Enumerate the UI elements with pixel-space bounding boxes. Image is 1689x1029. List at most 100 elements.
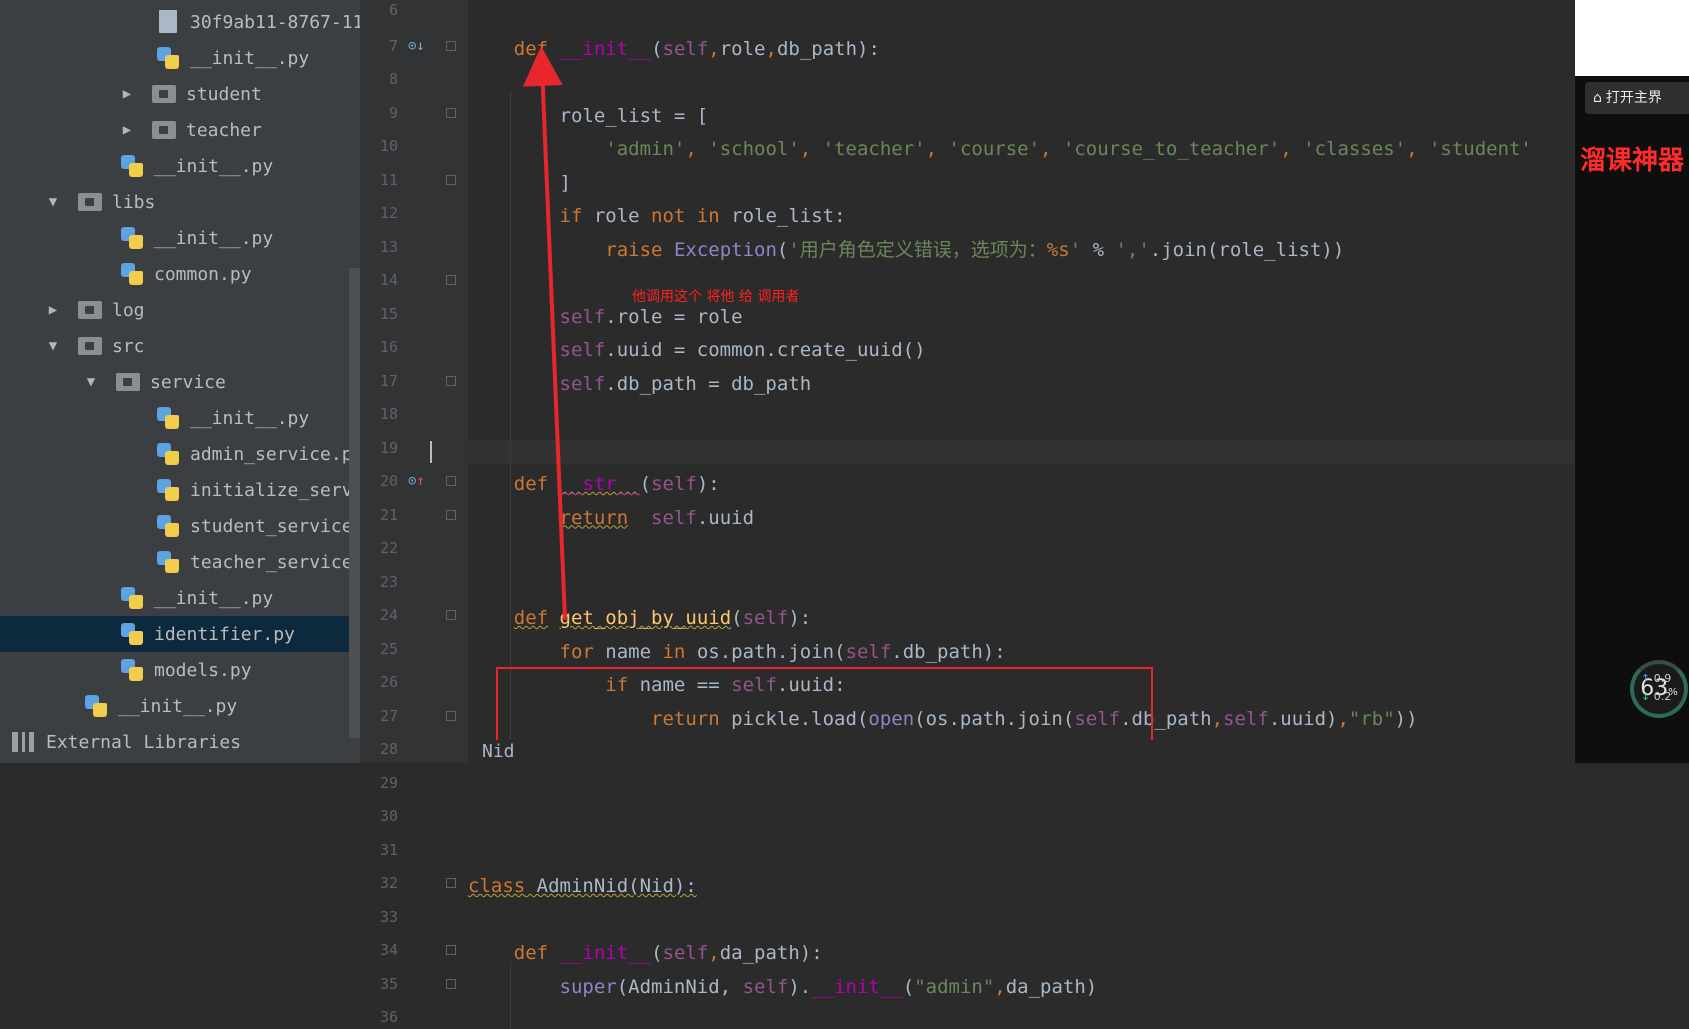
fold-marker-icon[interactable] xyxy=(446,978,456,989)
tree-item[interactable]: __init__.py xyxy=(0,688,360,724)
line-number: 36 xyxy=(379,1008,398,1026)
tree-item[interactable]: __init__.py xyxy=(0,40,360,76)
tree-item-label: src xyxy=(112,335,145,357)
line-number: 16 xyxy=(379,338,398,356)
python-file-icon xyxy=(120,622,144,646)
line-number: 23 xyxy=(379,572,398,591)
code-token: , xyxy=(1280,138,1304,160)
fold-marker-icon[interactable] xyxy=(446,40,456,51)
code-token: self xyxy=(559,339,606,361)
python-file-icon xyxy=(156,442,180,466)
net-download-readout: ↓ 0.2 xyxy=(1641,690,1681,703)
code-line[interactable]: self.uuid = common.create_uuid() xyxy=(468,338,926,362)
tree-item[interactable]: __init__.py xyxy=(0,148,360,184)
fold-marker-icon[interactable] xyxy=(446,610,456,620)
override-up-icon[interactable]: ⊙↑ xyxy=(408,471,432,491)
code-line[interactable]: super(AdminNid, self).__init__("admin",d… xyxy=(468,975,1098,999)
tree-item-label: models.py xyxy=(154,659,252,681)
tree-item[interactable]: ▶ student xyxy=(0,76,360,112)
tree-item[interactable]: __init__.py xyxy=(0,400,360,436)
code-token: ): xyxy=(696,473,720,495)
tree-item[interactable]: teacher_service. xyxy=(0,544,360,580)
folder-icon xyxy=(78,190,102,214)
code-token: AdminNid(Nid): xyxy=(525,875,697,897)
fold-marker-icon[interactable] xyxy=(446,107,456,118)
collapse-arrow-icon[interactable]: ▼ xyxy=(46,338,60,354)
code-line[interactable]: for name in os.path.join(self.db_path): xyxy=(468,640,1006,664)
tree-item[interactable]: initialize_servi xyxy=(0,472,360,508)
project-tree-scrollbar[interactable] xyxy=(349,268,360,738)
code-token: ( xyxy=(651,37,663,60)
fold-marker-icon[interactable] xyxy=(446,476,456,486)
code-token: super xyxy=(559,975,617,998)
tree-item[interactable]: admin_service.py xyxy=(0,436,360,472)
fold-marker-icon[interactable] xyxy=(446,878,456,888)
tree-item[interactable]: common.py xyxy=(0,256,360,292)
code-line[interactable]: def __str__(self): xyxy=(468,472,720,496)
panel-header-blank xyxy=(1575,0,1689,76)
fold-marker-icon[interactable] xyxy=(446,509,456,520)
folder-icon xyxy=(116,370,140,394)
tree-item[interactable]: ▶ teacher xyxy=(0,112,360,148)
code-token: Exception xyxy=(673,238,777,261)
collapse-arrow-icon[interactable]: ▼ xyxy=(46,194,60,210)
override-down-icon[interactable]: ⊙↓ xyxy=(408,36,432,56)
code-line[interactable]: def __init__(self,da_path): xyxy=(468,941,823,965)
tree-item-label: libs xyxy=(112,191,156,213)
tree-item[interactable]: ▼ service xyxy=(0,364,360,400)
code-token: .role = role xyxy=(605,305,743,328)
project-tree[interactable]: 30f9ab11-8767-11 __init__.py ▶ student ▶ teac… xyxy=(0,0,360,763)
line-number: 30 xyxy=(379,807,398,825)
code-line[interactable]: class AdminNid(Nid): xyxy=(468,874,697,898)
fold-marker-icon[interactable] xyxy=(446,710,456,721)
code-line[interactable]: if role not in role_list: xyxy=(468,204,846,228)
code-line[interactable]: self.role = role xyxy=(468,305,743,329)
code-token: 'student' xyxy=(1428,138,1532,160)
collapse-arrow-icon[interactable]: ▼ xyxy=(84,374,98,390)
line-number: 9 xyxy=(388,103,398,122)
code-line[interactable]: def __init__(self,role,db_path): xyxy=(468,37,880,61)
fold-marker-icon[interactable] xyxy=(446,375,456,386)
code-token: def xyxy=(513,37,549,60)
tree-item[interactable]: ▶ log xyxy=(0,292,360,328)
tree-item[interactable]: ▼ src xyxy=(0,328,360,364)
expand-arrow-icon[interactable]: ▶ xyxy=(46,302,60,318)
expand-arrow-icon[interactable]: ▶ xyxy=(120,86,134,102)
cpu-gauge[interactable]: 63% xyxy=(1630,660,1688,718)
fold-marker-icon[interactable] xyxy=(446,174,456,185)
code-line[interactable]: self.db_path = db_path xyxy=(468,372,812,396)
expand-arrow-icon[interactable]: ▶ xyxy=(120,122,134,138)
code-line[interactable]: role_list = [ xyxy=(468,104,709,128)
python-file-icon xyxy=(156,514,180,538)
code-token: ',' xyxy=(1115,238,1150,261)
open-main-window-button[interactable]: ⌂ 打开主界 xyxy=(1585,82,1689,114)
tree-item[interactable]: identifier.py xyxy=(0,616,360,652)
tree-item[interactable]: student_service. xyxy=(0,508,360,544)
code-line[interactable]: raise Exception('用户角色定义错误，选项为：%s' % ','.… xyxy=(468,238,1344,262)
tree-item[interactable]: __init__.py xyxy=(0,580,360,616)
tree-item-label: identifier.py xyxy=(154,623,295,645)
code-editor[interactable]: def __init__(self,role,db_path): role_li… xyxy=(430,0,1575,1029)
line-number: 25 xyxy=(379,639,398,658)
line-number: 21 xyxy=(379,505,398,524)
fold-marker-icon[interactable] xyxy=(446,945,456,955)
code-token: def xyxy=(513,473,549,495)
code-line[interactable]: 'admin', 'school', 'teacher', 'course', … xyxy=(468,137,1532,161)
library-icon xyxy=(12,730,36,754)
tree-item[interactable]: ▼ libs xyxy=(0,184,360,220)
code-line[interactable]: def get_obj_by_uuid(self): xyxy=(468,606,811,630)
tree-item[interactable]: External Libraries xyxy=(0,724,360,760)
tree-item[interactable]: __init__.py xyxy=(0,220,360,256)
code-token: )) xyxy=(1394,707,1418,730)
tree-item[interactable]: models.py xyxy=(0,652,360,688)
fold-marker-icon[interactable] xyxy=(446,275,456,285)
code-line[interactable]: ] xyxy=(468,171,571,195)
tree-item[interactable]: 30f9ab11-8767-11 xyxy=(0,4,360,40)
code-line[interactable]: return self.uuid xyxy=(468,506,755,530)
tree-item-label: 30f9ab11-8767-11 xyxy=(190,11,360,33)
code-token: self xyxy=(651,506,697,529)
